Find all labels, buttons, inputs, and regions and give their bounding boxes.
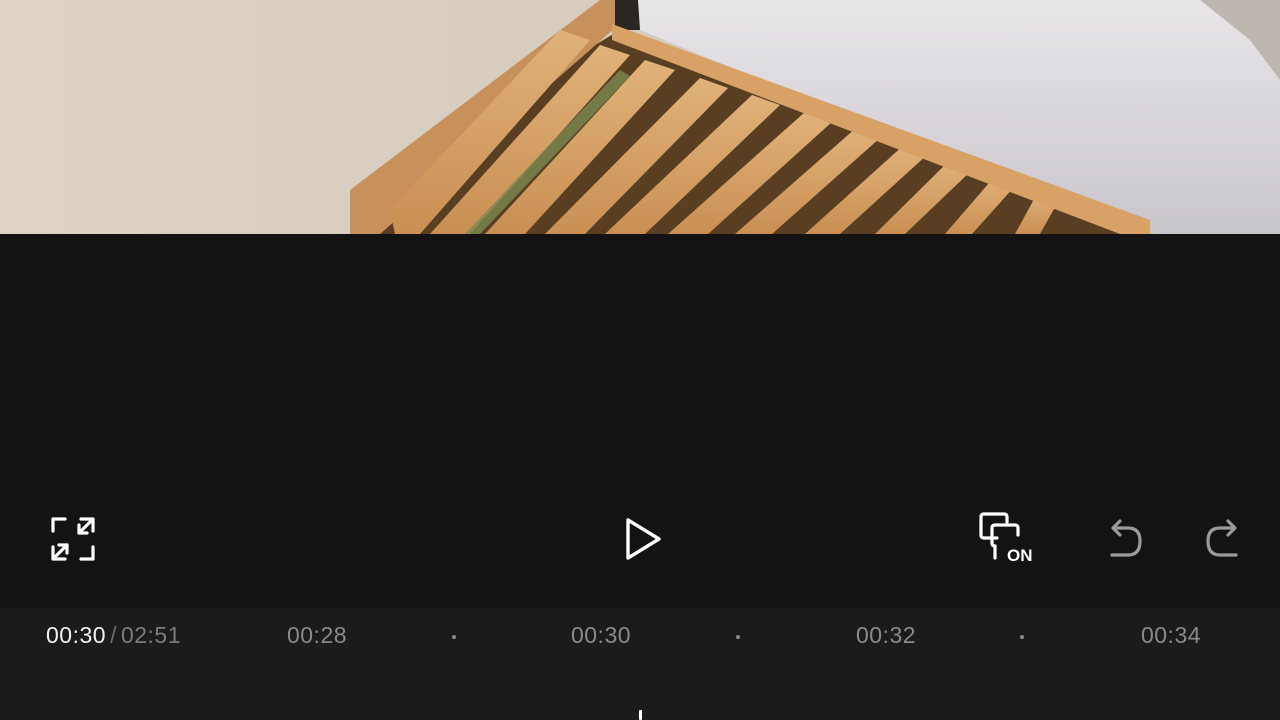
ruler-tick bbox=[452, 635, 456, 639]
fullscreen-button[interactable] bbox=[44, 510, 102, 568]
ruler-label: 00:32 bbox=[855, 622, 917, 648]
video-editor: ON 00:30/02:51 00:28 00:30 00:32 00:34 bbox=[0, 0, 1280, 720]
undo-button[interactable] bbox=[1094, 510, 1152, 568]
ruler-label: 00:28 bbox=[286, 622, 348, 648]
play-icon bbox=[626, 518, 661, 560]
video-preview[interactable] bbox=[0, 0, 1280, 234]
time-separator: / bbox=[110, 622, 117, 648]
total-duration: 02:51 bbox=[120, 622, 182, 648]
ruler-tick bbox=[1020, 635, 1024, 639]
fullscreen-expand-icon bbox=[51, 517, 95, 561]
play-button[interactable] bbox=[612, 510, 670, 568]
time-readout: 00:30/02:51 bbox=[46, 622, 181, 649]
playback-controls: ON bbox=[0, 496, 1280, 608]
ruler-tick bbox=[736, 635, 740, 639]
ruler-label: 00:30 bbox=[570, 622, 632, 648]
redo-icon bbox=[1206, 519, 1238, 557]
timeline[interactable]: 00:30/02:51 00:28 00:30 00:32 00:34 bbox=[0, 608, 1280, 720]
keyframe-state-label: ON bbox=[1007, 546, 1033, 565]
ruler-label: 00:34 bbox=[1140, 622, 1202, 648]
undo-icon bbox=[1110, 519, 1142, 557]
redo-button[interactable] bbox=[1196, 510, 1254, 568]
keyframe-toggle-icon: ON bbox=[979, 512, 1033, 565]
keyframe-toggle-button[interactable]: ON bbox=[972, 506, 1048, 570]
preview-frame-image bbox=[0, 0, 1280, 234]
current-time: 00:30 bbox=[46, 622, 107, 648]
playhead[interactable] bbox=[639, 710, 642, 720]
preview-letterbox bbox=[0, 234, 1280, 496]
